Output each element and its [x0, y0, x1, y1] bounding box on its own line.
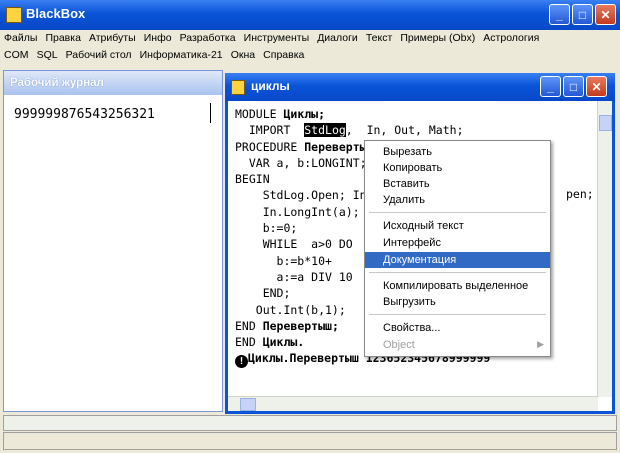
- minimize-button[interactable]: _: [549, 4, 570, 25]
- scroll-thumb[interactable]: [599, 115, 612, 131]
- menu-help[interactable]: Справка: [263, 47, 309, 61]
- editor-minimize-button[interactable]: _: [540, 76, 561, 97]
- menu-info[interactable]: Инфо: [144, 30, 177, 44]
- code-selection[interactable]: StdLog: [304, 123, 346, 138]
- menu-item-properties[interactable]: Свойства...: [365, 320, 550, 336]
- app-title: BlackBox: [26, 6, 86, 21]
- horizontal-scrollbar[interactable]: [228, 396, 598, 411]
- code-line: IMPORT: [235, 123, 305, 138]
- editor-title: циклы: [251, 79, 290, 93]
- code-line: b:=0;: [235, 221, 298, 236]
- code-line: Out.Int(b,1);: [235, 302, 346, 317]
- vertical-scrollbar[interactable]: [597, 101, 612, 397]
- editor-maximize-button[interactable]: □: [563, 76, 584, 97]
- menu-item-documentation[interactable]: Документация: [365, 252, 550, 268]
- menu-examples[interactable]: Примеры (Obx): [400, 30, 480, 44]
- journal-output: 999999876543256321: [14, 107, 155, 122]
- menu-item-compile-selection[interactable]: Компилировать выделенное: [365, 278, 550, 294]
- menu-item-source[interactable]: Исходный текст: [365, 218, 550, 234]
- menu-windows[interactable]: Окна: [231, 47, 260, 61]
- document-icon: [231, 80, 245, 95]
- menu-desktop[interactable]: Рабочий стол: [66, 47, 137, 61]
- menu-informatics[interactable]: Информатика-21: [140, 47, 228, 61]
- code-line: a:=a DIV 10: [235, 269, 353, 284]
- code-keyword: END: [235, 318, 263, 333]
- journal-title[interactable]: Рабочий журнал: [4, 71, 222, 95]
- menu-attributes[interactable]: Атрибуты: [89, 30, 141, 44]
- menu-item-interface[interactable]: Интерфейс: [365, 235, 550, 251]
- menu-text[interactable]: Текст: [366, 30, 397, 44]
- maximize-button[interactable]: □: [572, 4, 593, 25]
- menu-com[interactable]: COM: [4, 47, 34, 61]
- menu-item-cut[interactable]: Вырезать: [365, 144, 550, 160]
- menu-item-paste[interactable]: Вставить: [365, 176, 550, 192]
- menu-item-copy[interactable]: Копировать: [365, 160, 550, 176]
- code-line: END;: [235, 286, 291, 301]
- menu-files[interactable]: Файлы: [4, 30, 42, 44]
- menu-dev[interactable]: Разработка: [180, 30, 241, 44]
- menu-item-delete[interactable]: Удалить: [365, 192, 550, 208]
- commander-icon[interactable]: !: [235, 355, 248, 369]
- app-titlebar: BlackBox _ □ ✕: [0, 0, 620, 30]
- submenu-arrow-icon: ▶: [537, 339, 544, 349]
- code-line: VAR a, b:LONGINT;: [235, 155, 367, 170]
- menu-sql[interactable]: SQL: [37, 47, 63, 61]
- code-keyword: MODULE: [235, 107, 284, 121]
- editor-titlebar: циклы _ □ ✕: [225, 73, 615, 101]
- close-button[interactable]: ✕: [595, 4, 616, 25]
- menu-item-unload[interactable]: Выгрузить: [365, 294, 550, 310]
- code-line: BEGIN: [235, 172, 270, 187]
- bottom-scrollbar[interactable]: [3, 415, 617, 431]
- menubar: Файлы Правка Атрибуты Инфо Разработка Ин…: [0, 30, 620, 66]
- code-line: In.LongInt(a);: [235, 204, 360, 219]
- editor-close-button[interactable]: ✕: [586, 76, 607, 97]
- status-bar: [3, 432, 617, 450]
- journal-window[interactable]: Рабочий журнал 999999876543256321: [3, 70, 223, 412]
- code-fragment: pen;: [566, 187, 594, 201]
- code-line: , In, Out, Math;: [345, 123, 464, 138]
- menu-separator: [369, 212, 546, 213]
- code-module-end: Циклы.: [262, 335, 305, 350]
- menu-astrology[interactable]: Астрология: [483, 30, 544, 44]
- menu-edit[interactable]: Правка: [45, 30, 85, 44]
- code-line: WHILE a>0 DO: [235, 237, 353, 252]
- context-menu: Вырезать Копировать Вставить Удалить Исх…: [364, 140, 551, 357]
- menu-separator: [369, 314, 546, 315]
- menu-tools[interactable]: Инструменты: [244, 30, 314, 44]
- scroll-thumb[interactable]: [240, 398, 256, 411]
- code-keyword: END: [235, 335, 263, 350]
- code-keyword: PROCEDURE: [235, 139, 305, 154]
- text-caret: [210, 103, 211, 123]
- code-line: b:=b*10+: [235, 253, 332, 268]
- menu-item-object: Object: [383, 339, 415, 351]
- code-module-name: Циклы;: [283, 107, 326, 121]
- code-proc-end: Перевертыш;: [262, 318, 339, 333]
- menu-dialogs[interactable]: Диалоги: [317, 30, 363, 44]
- menu-separator: [369, 272, 546, 273]
- blackbox-app-icon: [6, 7, 22, 23]
